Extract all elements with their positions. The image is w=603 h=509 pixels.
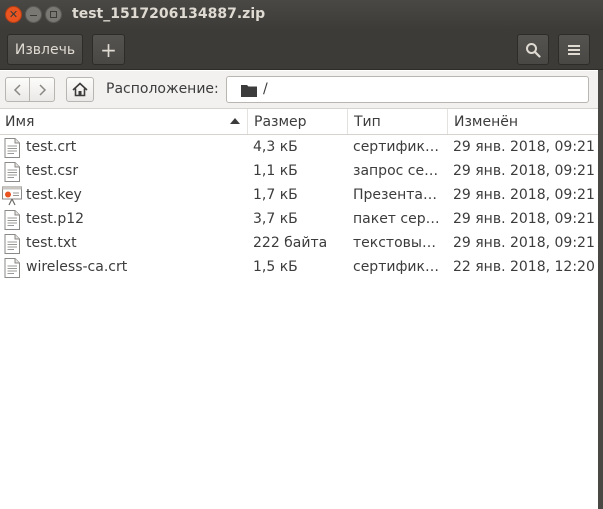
file-row[interactable]: test.csr 1,1 кБ запрос сер… 29 янв. 2018… <box>0 160 598 184</box>
column-header-name[interactable]: Имя <box>0 109 248 134</box>
file-modified: 22 янв. 2018, 12:20 <box>453 259 595 275</box>
back-button[interactable] <box>5 77 30 102</box>
chevron-left-icon <box>13 83 21 96</box>
minimize-window-button[interactable] <box>25 6 42 23</box>
file-row[interactable]: test.crt 4,3 кБ сертифика… 29 янв. 2018,… <box>0 136 598 160</box>
text-file-icon <box>4 162 20 182</box>
folder-icon <box>241 85 257 97</box>
column-size-label: Размер <box>254 113 307 130</box>
text-file-icon <box>4 234 20 254</box>
file-type: текстовый … <box>353 235 443 251</box>
home-button[interactable] <box>66 77 94 102</box>
column-header-type[interactable]: Тип <box>349 109 448 134</box>
file-size: 1,7 кБ <box>253 187 298 203</box>
file-row[interactable]: test.key 1,7 кБ Презентац… 29 янв. 2018,… <box>0 184 598 208</box>
location-bar: Расположение: / <box>0 71 603 109</box>
file-type: сертифика… <box>353 139 443 155</box>
presentation-file-icon <box>2 186 22 206</box>
file-type: запрос сер… <box>353 163 443 179</box>
column-header-size[interactable]: Размер <box>249 109 348 134</box>
file-size: 1,1 кБ <box>253 163 298 179</box>
search-icon <box>526 42 541 58</box>
menu-button[interactable] <box>558 34 590 65</box>
file-modified: 29 янв. 2018, 09:21 <box>453 187 595 203</box>
search-button[interactable] <box>517 34 549 65</box>
file-size: 1,5 кБ <box>253 259 298 275</box>
text-file-icon <box>4 210 20 230</box>
column-header-modified[interactable]: Изменён <box>449 109 598 134</box>
header-toolbar: Извлечь + <box>0 30 603 70</box>
column-name-label: Имя <box>5 113 35 130</box>
location-label: Расположение: <box>106 81 219 97</box>
column-type-label: Тип <box>354 113 381 130</box>
location-field[interactable]: / <box>226 76 589 103</box>
maximize-window-button[interactable] <box>45 6 62 23</box>
forward-button[interactable] <box>30 77 55 102</box>
file-name: test.key <box>26 187 82 203</box>
file-name: test.txt <box>26 235 77 251</box>
hamburger-menu-icon <box>568 44 580 55</box>
text-file-icon <box>4 138 20 158</box>
file-row[interactable]: test.txt 222 байта текстовый … 29 янв. 2… <box>0 232 598 256</box>
file-name: test.p12 <box>26 211 85 227</box>
add-files-button[interactable]: + <box>92 34 125 65</box>
file-type: Презентац… <box>353 187 443 203</box>
file-name: wireless-ca.crt <box>26 259 128 275</box>
file-size: 222 байта <box>253 235 328 251</box>
file-name: test.csr <box>26 163 79 179</box>
file-modified: 29 янв. 2018, 09:21 <box>453 235 595 251</box>
sort-ascending-icon <box>230 118 240 124</box>
window-title: test_1517206134887.zip <box>72 6 266 22</box>
file-size: 3,7 кБ <box>253 211 298 227</box>
location-path: / <box>263 81 268 97</box>
extract-button[interactable]: Извлечь <box>7 34 83 65</box>
column-header-row: Имя Размер Тип Изменён <box>0 109 598 135</box>
file-type: пакет серт… <box>353 211 443 227</box>
text-file-icon <box>4 258 20 278</box>
file-modified: 29 янв. 2018, 09:21 <box>453 163 595 179</box>
file-modified: 29 янв. 2018, 09:21 <box>453 211 595 227</box>
file-size: 4,3 кБ <box>253 139 298 155</box>
column-modified-label: Изменён <box>454 113 519 130</box>
file-list: test.crt 4,3 кБ сертифика… 29 янв. 2018,… <box>0 136 598 280</box>
file-row[interactable]: wireless-ca.crt 1,5 кБ сертифика… 22 янв… <box>0 256 598 280</box>
file-row[interactable]: test.p12 3,7 кБ пакет серт… 29 янв. 2018… <box>0 208 598 232</box>
file-name: test.crt <box>26 139 77 155</box>
minimize-icon <box>30 14 37 17</box>
home-icon <box>72 82 88 97</box>
maximize-icon <box>50 11 57 18</box>
window-right-edge <box>598 70 603 509</box>
close-window-button[interactable]: ✕ <box>5 6 22 23</box>
close-icon: ✕ <box>8 8 19 21</box>
title-bar: ✕ test_1517206134887.zip <box>0 0 603 30</box>
chevron-right-icon <box>39 83 47 96</box>
file-type: сертифика… <box>353 259 443 275</box>
file-modified: 29 янв. 2018, 09:21 <box>453 139 595 155</box>
